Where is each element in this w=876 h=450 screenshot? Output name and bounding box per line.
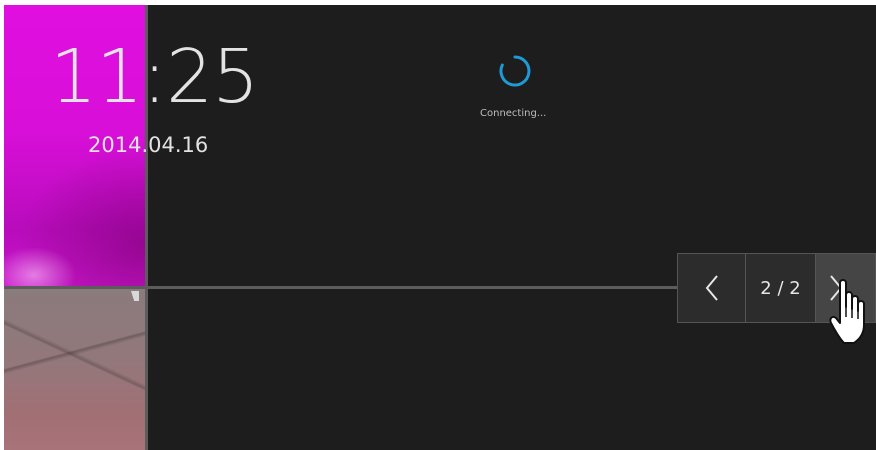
previous-page-button[interactable] xyxy=(678,254,746,322)
clock-date: 2014.04.16 xyxy=(88,133,209,157)
pointing-hand-cursor-icon xyxy=(829,279,865,344)
loading-spinner-icon xyxy=(499,55,531,87)
connection-status-text: Connecting... xyxy=(480,108,547,119)
clock-time: 11:25 xyxy=(50,34,259,120)
page-indicator: 2 / 2 xyxy=(746,254,816,322)
chevron-left-icon xyxy=(705,275,718,301)
camera-tile-2[interactable] xyxy=(4,289,145,450)
camera-grid-screen: 11:25 2014.04.16 Connecting... 2 / 2 xyxy=(4,5,876,450)
camera-corner-marker xyxy=(131,291,139,301)
